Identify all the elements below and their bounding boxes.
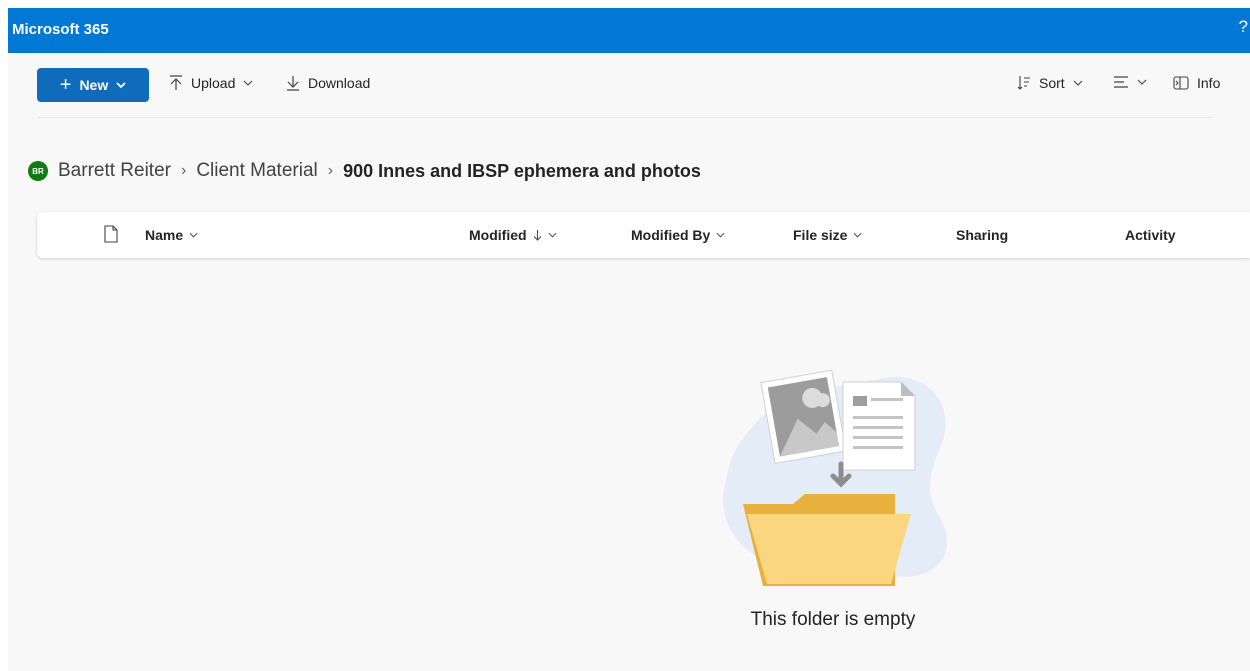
view-options-button[interactable] xyxy=(1113,75,1147,89)
download-button[interactable]: Download xyxy=(286,75,370,91)
sort-button[interactable]: Sort xyxy=(1017,75,1083,91)
chevron-down-icon xyxy=(548,232,556,238)
chevron-down-icon xyxy=(854,232,862,238)
arrow-down-icon xyxy=(287,76,299,91)
chevron-right-icon: › xyxy=(180,162,187,179)
sort-icon xyxy=(1017,76,1030,90)
info-button[interactable]: Info xyxy=(1173,75,1220,91)
folder-icon xyxy=(743,494,911,586)
sort-label: Sort xyxy=(1039,75,1065,91)
upload-label: Upload xyxy=(191,75,236,91)
chevron-down-icon xyxy=(1137,79,1147,85)
column-activity[interactable]: Activity xyxy=(1125,227,1176,243)
empty-state-message: This folder is empty xyxy=(750,609,916,630)
column-file-size-label: File size xyxy=(793,227,848,243)
file-icon xyxy=(104,225,118,243)
chevron-right-icon: › xyxy=(327,162,334,179)
arrow-up-icon xyxy=(170,75,182,90)
chevron-down-icon xyxy=(189,232,198,238)
document-icon xyxy=(842,381,916,471)
column-modified[interactable]: Modified xyxy=(469,227,557,243)
chevron-down-icon xyxy=(1073,80,1083,86)
help-icon[interactable]: ? xyxy=(1239,17,1248,37)
breadcrumb-item-current: 900 Innes and IBSP ephemera and photos xyxy=(343,160,701,181)
new-button-label: New xyxy=(79,77,109,93)
column-modified-by-label: Modified By xyxy=(631,227,711,243)
column-name-label: Name xyxy=(145,227,184,243)
photo-icon xyxy=(760,369,847,464)
main-content: + New Upload Download Sort Info BR Barre… xyxy=(8,53,1250,671)
column-sharing-label: Sharing xyxy=(956,227,1009,243)
column-modified-by[interactable]: Modified By xyxy=(631,227,725,243)
info-label: Info xyxy=(1197,75,1221,91)
chevron-down-icon xyxy=(116,81,126,88)
list-column-header: Name Modified Modified By File size Shar… xyxy=(37,212,1250,258)
breadcrumb-item-user[interactable]: Barrett Reiter xyxy=(58,160,171,182)
column-activity-label: Activity xyxy=(1125,227,1176,243)
avatar: BR xyxy=(28,161,48,181)
chevron-down-icon xyxy=(716,232,725,238)
sort-descending-icon xyxy=(533,230,541,241)
command-bar: + New Upload Download Sort Info xyxy=(8,53,1250,117)
app-title[interactable]: Microsoft 365 xyxy=(12,21,109,38)
view-options-icon xyxy=(1114,76,1128,88)
download-label: Download xyxy=(308,75,371,91)
column-modified-label: Modified xyxy=(469,227,527,243)
info-pane-icon xyxy=(1173,76,1189,90)
breadcrumb: BR Barrett Reiter › Client Material › 90… xyxy=(28,160,701,182)
column-sharing[interactable]: Sharing xyxy=(956,227,1008,243)
upload-button[interactable]: Upload xyxy=(169,75,253,91)
empty-folder-illustration xyxy=(723,369,948,586)
new-button[interactable]: + New xyxy=(37,68,149,102)
column-name[interactable]: Name xyxy=(145,227,198,243)
chevron-down-icon xyxy=(243,80,253,86)
plus-icon: + xyxy=(59,74,72,96)
column-file-size[interactable]: File size xyxy=(793,227,862,243)
command-bar-divider xyxy=(38,117,1212,118)
app-header: Microsoft 365 ? xyxy=(8,8,1250,53)
breadcrumb-item-folder[interactable]: Client Material xyxy=(196,160,317,182)
